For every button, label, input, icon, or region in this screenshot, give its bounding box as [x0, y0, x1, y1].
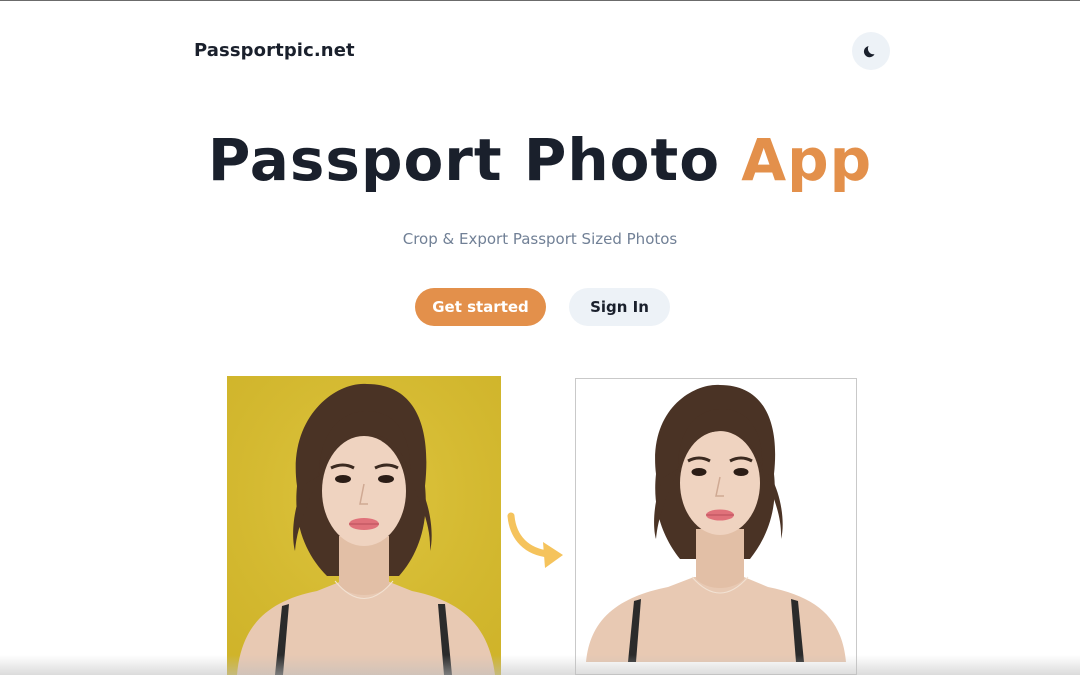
portrait-yellow-background-image — [227, 376, 501, 675]
window-top-border — [0, 0, 1080, 1]
hero-subtitle: Crop & Export Passport Sized Photos — [402, 230, 678, 248]
brand-logo-text[interactable]: Passportpic.net — [194, 40, 355, 61]
hero-title-main: Passport Photo — [207, 126, 742, 194]
window-bottom-shadow — [0, 655, 1080, 675]
portrait-white-background-image — [576, 379, 856, 674]
hero-title-accent: App — [741, 126, 873, 194]
get-started-button[interactable]: Get started — [415, 288, 546, 326]
theme-toggle-button[interactable] — [852, 32, 890, 70]
moon-icon — [863, 46, 875, 58]
sign-in-button[interactable]: Sign In — [569, 288, 670, 326]
curved-arrow-icon — [507, 512, 563, 568]
site-header: Passportpic.net — [194, 32, 890, 70]
after-photo — [575, 378, 857, 675]
before-photo — [227, 376, 501, 675]
hero-title: Passport Photo App — [0, 126, 1080, 194]
